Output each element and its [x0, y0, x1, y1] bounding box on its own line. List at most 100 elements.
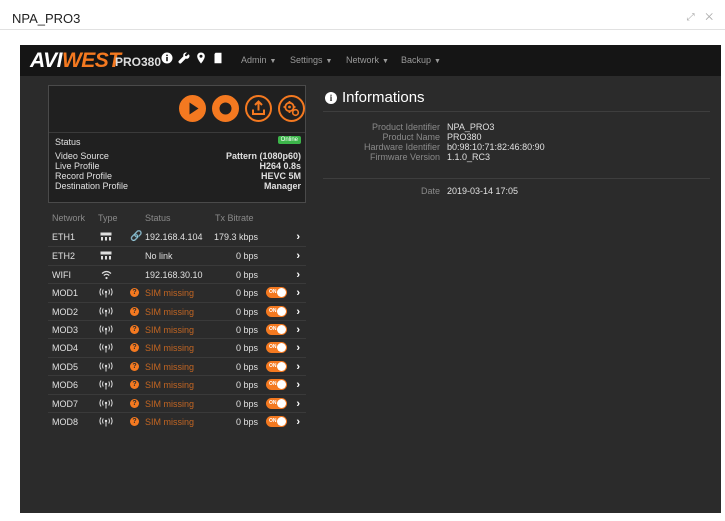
network-row-eth2[interactable]: ETH2 No link 0 bps › — [48, 246, 306, 264]
sd-card-icon[interactable] — [211, 52, 225, 66]
app-window: NPA_PRO3 ⤢ ✕ AVIWEST PRO380 Admin ▼ Setti… — [0, 0, 725, 521]
chevron-right-icon[interactable]: › — [296, 379, 300, 391]
record-icon — [219, 102, 232, 115]
info-icon[interactable] — [160, 52, 174, 66]
record-button[interactable] — [212, 95, 239, 122]
chevron-right-icon[interactable]: › — [296, 287, 300, 299]
ethernet-icon — [98, 251, 114, 262]
network-table-header: Network Type Status Tx Bitrate — [48, 213, 306, 227]
tx-bitrate: 0 bps — [235, 398, 258, 409]
network-name: MOD7 — [52, 398, 79, 409]
tx-bitrate: 0 bps — [235, 251, 258, 262]
record-profile-row: Record Profile HEVC 5M — [55, 171, 301, 181]
network-table: ETH1 🔗 192.168.4.104 179.3 kbps › ETH2 No link… — [48, 228, 306, 430]
tx-bitrate: 0 bps — [235, 380, 258, 391]
network-status: No link — [145, 251, 173, 262]
settings-button[interactable] — [278, 95, 305, 122]
network-name: MOD3 — [52, 324, 79, 335]
caret-down-icon: ▼ — [434, 58, 441, 65]
network-status: 192.168.4.104 — [145, 232, 203, 242]
network-row-mod5[interactable]: MOD5? SIM missing 0 bps ON › — [48, 356, 306, 375]
menu-backup[interactable]: Backup ▼ — [401, 55, 441, 65]
info-icon: i — [325, 92, 337, 104]
network-row-wifi[interactable]: WIFI 192.168.30.10 0 bps › — [48, 264, 306, 283]
informations-heading: i Informations — [325, 89, 425, 106]
link-icon: 🔗 — [130, 231, 143, 242]
tx-bitrate: 0 bps — [235, 343, 258, 354]
network-row-mod6[interactable]: MOD6? SIM missing 0 bps ON › — [48, 375, 306, 393]
divider — [49, 132, 305, 133]
info-row: Hardware Identifier b0:98:10:71:82:46:80:… — [363, 142, 545, 152]
modem-toggle[interactable]: ON — [266, 287, 287, 299]
modem-toggle[interactable]: ON — [266, 379, 287, 391]
tx-bitrate: 179.3 kbps — [213, 232, 258, 242]
chevron-right-icon[interactable]: › — [296, 361, 300, 373]
modem-toggle[interactable]: ON — [266, 397, 287, 409]
network-status: SIM missing — [145, 306, 195, 317]
antenna-icon — [98, 398, 114, 411]
col-network: Network — [52, 213, 86, 223]
network-row-mod8[interactable]: MOD8? SIM missing 0 bps ON › — [48, 411, 306, 430]
upload-icon — [252, 100, 265, 115]
network-status: 192.168.30.10 — [145, 269, 203, 280]
col-type: Type — [98, 213, 118, 223]
wrench-icon[interactable] — [177, 52, 191, 66]
chevron-right-icon[interactable]: › — [296, 250, 300, 262]
modem-toggle[interactable]: ON — [266, 342, 287, 354]
network-name: MOD4 — [52, 343, 79, 354]
chevron-right-icon[interactable]: › — [296, 269, 300, 281]
play-icon — [189, 102, 199, 115]
chevron-right-icon[interactable]: › — [296, 231, 300, 243]
web-ui: AVIWEST PRO380 Admin ▼ Settings ▼ Network ▼… — [20, 45, 721, 513]
modem-toggle[interactable]: ON — [266, 305, 287, 317]
warning-icon: ? — [130, 343, 139, 353]
network-row-mod3[interactable]: MOD3? SIM missing 0 bps ON › — [48, 319, 306, 338]
status-label: Status — [55, 137, 81, 147]
chevron-right-icon[interactable]: › — [296, 324, 300, 336]
chevron-right-icon[interactable]: › — [296, 416, 300, 428]
network-row-mod7[interactable]: MOD7? SIM missing 0 bps ON › — [48, 393, 306, 412]
aviwest-logo[interactable]: AVIWEST — [30, 49, 121, 73]
chevron-right-icon[interactable]: › — [296, 342, 300, 354]
caret-down-icon: ▼ — [325, 58, 333, 65]
info-row: Product Identifier NPA_PRO3 — [371, 122, 495, 132]
menu-settings[interactable]: Settings ▼ — [290, 55, 332, 65]
caret-down-icon: ▼ — [269, 58, 277, 65]
window-title: NPA_PRO3 — [12, 11, 81, 26]
modem-toggle[interactable]: ON — [266, 323, 287, 335]
warning-icon: ? — [130, 398, 139, 408]
antenna-icon — [98, 380, 114, 392]
warning-icon: ? — [130, 288, 139, 298]
gears-icon — [283, 101, 300, 117]
modem-toggle[interactable]: ON — [266, 360, 287, 372]
network-status: SIM missing — [145, 398, 195, 409]
network-row-mod2[interactable]: MOD2? SIM missing 0 bps ON › — [48, 301, 306, 320]
menu-network[interactable]: Network ▼ — [346, 55, 389, 65]
destination-profile-row: Destination Profile Manager — [55, 181, 301, 191]
window-controls[interactable]: ⤢ ✕ — [687, 12, 717, 23]
network-row-eth1[interactable]: ETH1 🔗 192.168.4.104 179.3 kbps › — [48, 228, 306, 246]
modem-toggle[interactable]: ON — [266, 415, 287, 427]
antenna-icon — [98, 306, 114, 319]
chevron-right-icon[interactable]: › — [296, 398, 300, 410]
location-pin-icon[interactable] — [194, 52, 208, 66]
date-label: Date — [420, 186, 440, 196]
status-list: Status Online Video Source Pattern (1080p… — [55, 136, 301, 191]
date-value: 2019-03-14 17:05 — [447, 186, 519, 196]
upload-button[interactable] — [245, 95, 272, 122]
network-row-mod4[interactable]: MOD4? SIM missing 0 bps ON › — [48, 338, 306, 356]
info-row: Firmware Version 1.1.0_RC3 — [369, 152, 491, 162]
info-list: Product Identifier NPA_PRO3 Product Name P… — [323, 122, 710, 162]
tx-bitrate: 0 bps — [235, 288, 258, 299]
chevron-right-icon[interactable]: › — [296, 306, 300, 318]
network-name: MOD5 — [52, 361, 79, 372]
divider — [323, 178, 710, 179]
network-row-mod1[interactable]: MOD1? SIM missing 0 bps ON › — [48, 283, 306, 301]
play-button[interactable] — [179, 95, 206, 122]
network-status: SIM missing — [145, 324, 195, 335]
wifi-icon — [98, 270, 114, 282]
col-bitrate: Tx Bitrate — [215, 213, 254, 223]
menu-admin[interactable]: Admin ▼ — [241, 55, 276, 65]
video-source-row: Video Source Pattern (1080p60) — [55, 151, 301, 161]
navbar: AVIWEST PRO380 Admin ▼ Settings ▼ Network ▼… — [20, 45, 721, 76]
